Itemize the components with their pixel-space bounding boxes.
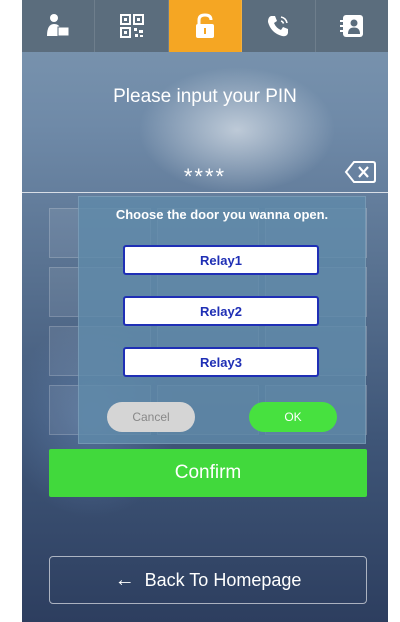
qr-code-icon	[119, 14, 144, 38]
phone-call-icon	[268, 16, 289, 37]
ok-button[interactable]: OK	[249, 402, 337, 432]
pin-entry-screen: Please input your PIN **** Choose the do…	[22, 0, 388, 622]
relay2-button[interactable]: Relay2	[123, 296, 319, 326]
dialog-title: Choose the door you wanna open.	[115, 207, 329, 222]
tab-qr-code[interactable]	[95, 0, 169, 52]
door-select-dialog: Choose the door you wanna open. Relay1 R…	[78, 196, 366, 444]
confirm-button[interactable]: Confirm	[49, 449, 367, 497]
pin-prompt: Please input your PIN	[113, 86, 297, 107]
relay3-button[interactable]: Relay3	[123, 347, 319, 377]
tab-call[interactable]	[242, 0, 316, 52]
tab-unlock[interactable]	[168, 0, 243, 52]
pin-display: ****	[183, 164, 227, 189]
back-arrow-icon: ←	[114, 568, 135, 591]
tab-contacts[interactable]	[316, 0, 388, 52]
back-to-homepage-button[interactable]: ← Back To Homepage	[49, 556, 367, 604]
relay1-button[interactable]: Relay1	[123, 245, 319, 275]
back-label: Back To Homepage	[144, 569, 302, 590]
contacts-icon	[339, 15, 363, 37]
unlock-icon	[196, 13, 215, 38]
top-tab-bar	[22, 0, 388, 52]
pin-underline	[22, 192, 388, 193]
tab-delivery[interactable]	[22, 0, 96, 52]
backspace-icon[interactable]	[344, 160, 376, 184]
person-with-package-icon	[47, 14, 70, 37]
cancel-button[interactable]: Cancel	[107, 402, 195, 432]
